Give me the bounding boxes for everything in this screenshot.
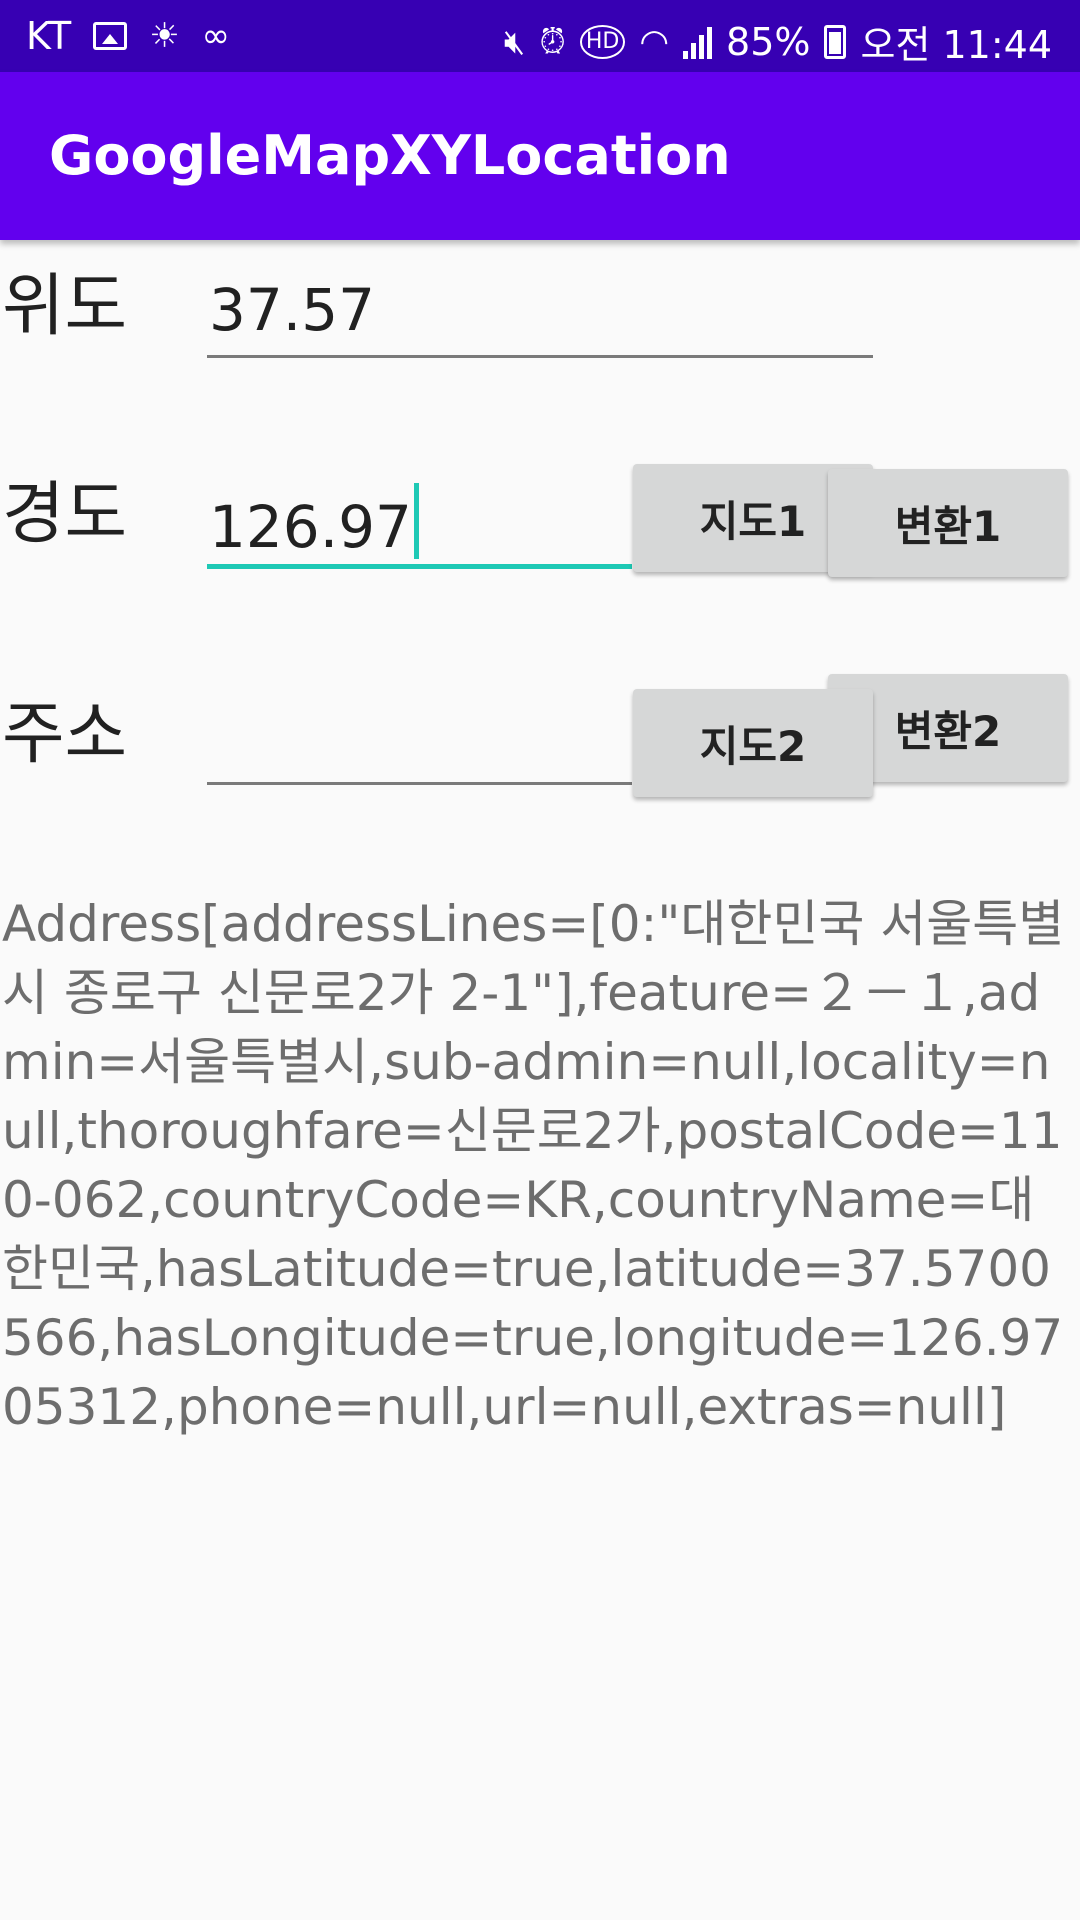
text-cursor	[413, 483, 419, 559]
address-result-text: Address[addressLines=[0:"대한민국 서울특별시 종로구 …	[2, 895, 1065, 1436]
status-bar: KT ☀ ∞ 🔇︎ ⏰︎ HD ◠ 85% 오전 11:44	[0, 0, 1080, 72]
app-bar: GoogleMapXYLocation	[0, 72, 1080, 240]
carrier-label: KT	[26, 14, 72, 58]
hd-icon: HD	[579, 24, 626, 59]
map2-button[interactable]: 지도2	[633, 689, 873, 797]
battery-percent: 85%	[726, 19, 811, 64]
longitude-value-wrap: 126.97	[209, 483, 419, 561]
battery-icon	[824, 24, 847, 59]
status-left: KT ☀ ∞	[26, 14, 230, 58]
signal-icon	[683, 25, 713, 59]
app-title: GoogleMapXYLocation	[49, 124, 731, 187]
wifi-icon: ◠	[639, 21, 670, 62]
weather-icon: ☀	[149, 16, 180, 56]
clock: 오전 11:44	[860, 23, 1052, 67]
longitude-label: 경도	[2, 475, 128, 554]
link-icon: ∞	[201, 16, 230, 56]
latitude-value: 37.57	[209, 276, 376, 344]
longitude-value: 126.97	[209, 493, 412, 561]
latitude-field[interactable]: 37.57	[207, 276, 873, 358]
status-right: 🔇︎ ⏰︎ HD ◠ 85% 오전 11:44	[504, 14, 1052, 69]
longitude-field[interactable]: 126.97	[207, 483, 632, 569]
address-label: 주소	[2, 695, 128, 774]
convert1-button[interactable]: 변환1	[828, 469, 1068, 577]
latitude-underline	[207, 355, 873, 358]
address-field[interactable]	[207, 700, 632, 785]
latitude-label: 위도	[2, 267, 128, 346]
longitude-underline	[207, 564, 632, 569]
alarm-icon: ⏰︎	[539, 21, 566, 62]
mute-icon: 🔇︎	[503, 21, 526, 62]
address-underline	[207, 782, 632, 785]
image-icon	[93, 22, 128, 50]
